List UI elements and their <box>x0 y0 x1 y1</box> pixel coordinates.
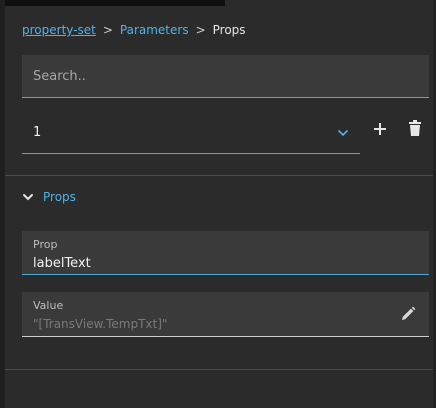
trash-icon[interactable] <box>406 119 424 139</box>
chevron-down-icon <box>23 194 33 201</box>
breadcrumb-current: Props <box>212 23 246 37</box>
chevron-down-icon[interactable] <box>336 126 350 140</box>
pencil-icon[interactable] <box>399 305 417 323</box>
prop-label: Prop <box>33 238 58 251</box>
value-field[interactable]: Value "[TransView.TempTxt]" <box>22 292 429 337</box>
breadcrumb-separator: > <box>195 23 206 37</box>
section-title: Props <box>43 190 76 204</box>
section-divider <box>5 175 433 176</box>
breadcrumb-parameters[interactable]: Parameters <box>120 23 189 37</box>
search-box <box>22 55 429 98</box>
prop-field[interactable]: Prop labelText <box>22 231 429 275</box>
top-bar <box>0 0 225 6</box>
search-input[interactable] <box>22 55 424 97</box>
prop-value[interactable]: labelText <box>33 256 91 271</box>
left-panel-edge <box>0 0 5 408</box>
plus-icon[interactable] <box>371 119 389 139</box>
breadcrumb-separator: > <box>102 23 113 37</box>
props-section-toggle[interactable]: Props <box>22 190 76 204</box>
breadcrumb-property-set[interactable]: property-set <box>22 23 96 37</box>
breadcrumb: property-set > Parameters > Props <box>22 23 246 37</box>
value-placeholder[interactable]: "[TransView.TempTxt]" <box>33 317 167 331</box>
bottom-divider <box>5 369 433 370</box>
value-label: Value <box>33 299 64 312</box>
item-selector[interactable]: 1 <box>22 114 360 154</box>
selector-value: 1 <box>33 125 42 140</box>
